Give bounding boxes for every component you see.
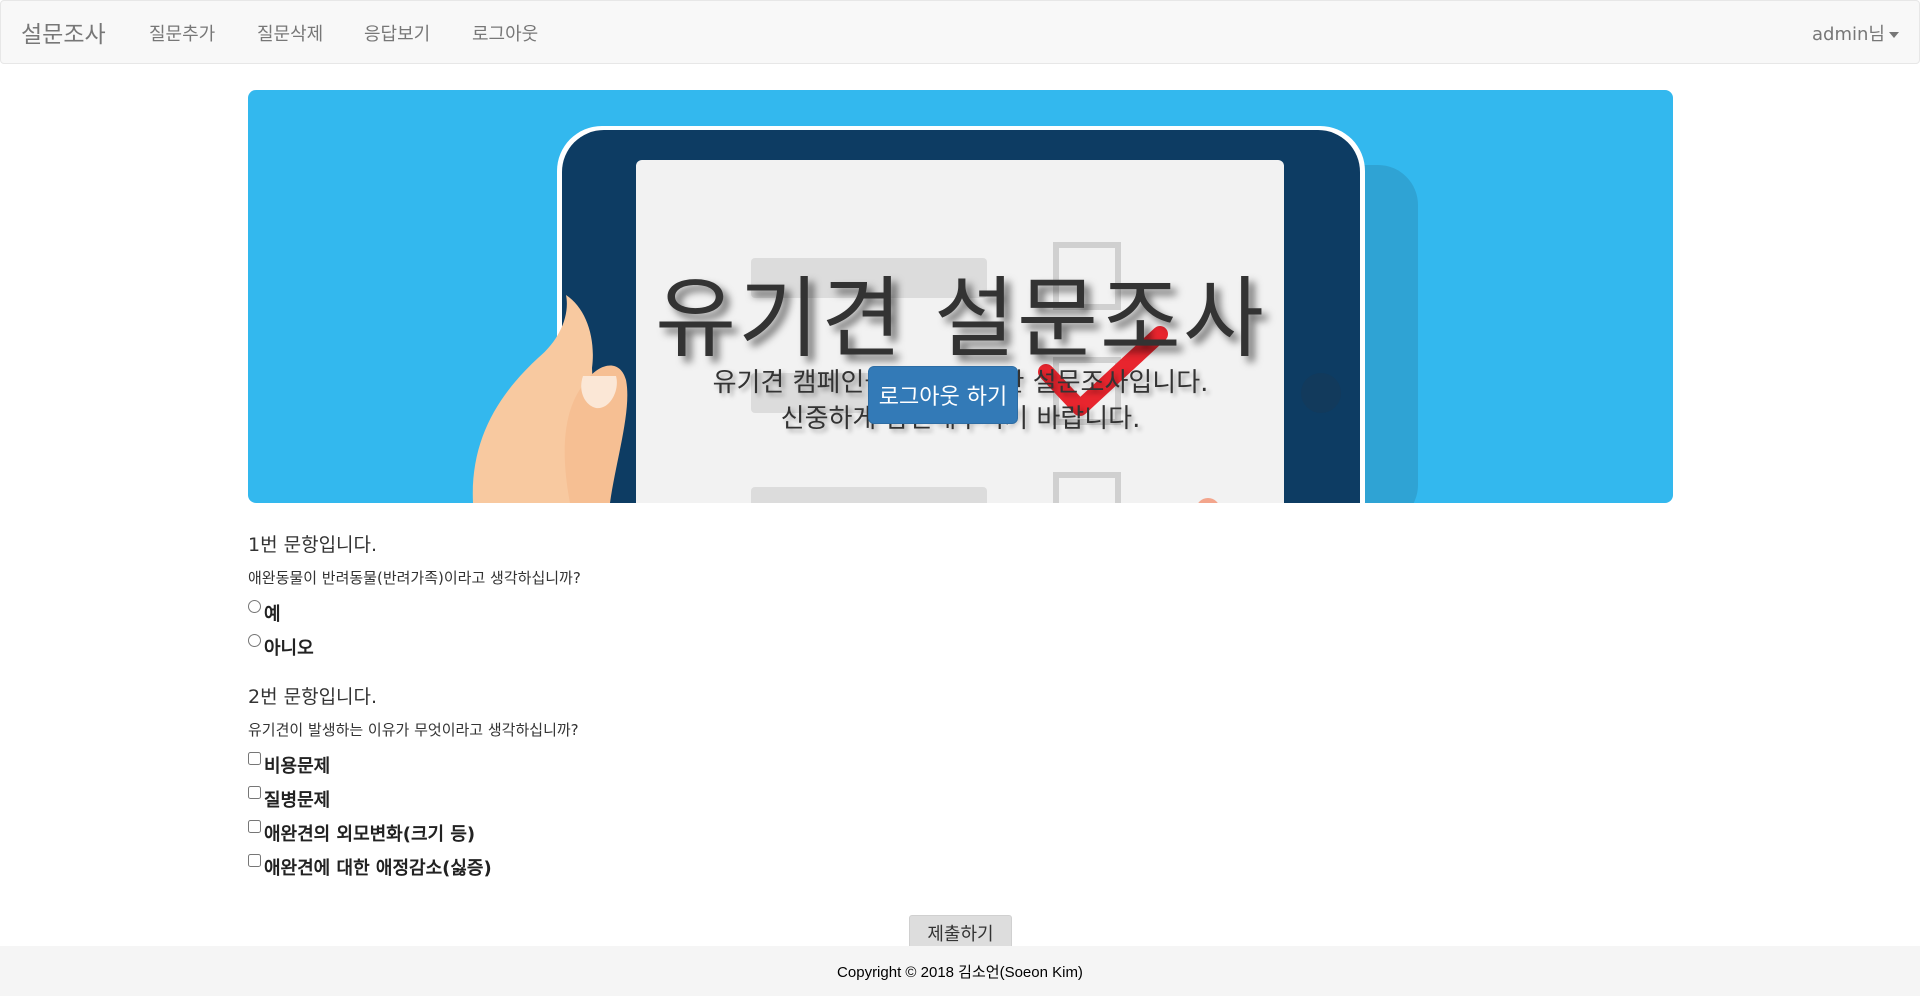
caret-down-icon [1889, 32, 1899, 38]
option-label: 질병문제 [264, 790, 331, 811]
footer: Copyright © 2018 김소언(Soeon Kim) [0, 946, 1920, 996]
user-label: admin님 [1812, 24, 1885, 45]
hero-logout-button[interactable]: 로그아웃 하기 [868, 366, 1018, 424]
nav-view-responses[interactable]: 응답보기 [364, 20, 430, 46]
option-disease[interactable]: 질병문제 [248, 786, 1673, 811]
question-number: 2번 문항입니다. [248, 686, 378, 708]
user-dropdown[interactable]: admin님 [1812, 20, 1899, 46]
option-label: 예 [264, 604, 281, 625]
radio-button[interactable] [248, 600, 261, 613]
checkbox[interactable] [248, 854, 261, 867]
question-1: 1번 문항입니다. 애완동물이 반려동물(반려가족)이라고 생각하십니까? 예 … [248, 530, 1673, 659]
hero-title: 유기견 설문조사 [655, 267, 1266, 370]
question-number: 1번 문항입니다. [248, 534, 378, 556]
survey-form: 1번 문항입니다. 애완동물이 반려동물(반려가족)이라고 생각하십니까? 예 … [248, 530, 1673, 879]
top-navbar: 설문조사 질문추가 질문삭제 응답보기 로그아웃 admin님 [0, 0, 1920, 64]
option-appearance[interactable]: 애완견의 외모변화(크기 등) [248, 820, 1673, 845]
navbar-brand[interactable]: 설문조사 [21, 15, 106, 49]
nav-logout[interactable]: 로그아웃 [472, 20, 538, 46]
option-label: 애완견의 외모변화(크기 등) [264, 824, 476, 845]
option-label: 비용문제 [264, 756, 331, 777]
option-affection-loss[interactable]: 애완견에 대한 애정감소(싫증) [248, 854, 1673, 879]
radio-button[interactable] [248, 634, 261, 647]
question-2: 2번 문항입니다. 유기견이 발생하는 이유가 무엇이라고 생각하십니까? 비용… [248, 682, 1673, 879]
option-cost[interactable]: 비용문제 [248, 752, 1673, 777]
option-no[interactable]: 아니오 [248, 634, 1673, 659]
nav-add-question[interactable]: 질문추가 [149, 20, 215, 46]
question-text: 애완동물이 반려동물(반려가족)이라고 생각하십니까? [248, 569, 581, 587]
hero-banner: 유기견 설문조사 유기견 캠페인을 위한 간단한 설문조사입니다. 신중하게 답… [248, 90, 1673, 503]
nav-delete-question[interactable]: 질문삭제 [257, 20, 323, 46]
option-yes[interactable]: 예 [248, 600, 1673, 625]
checkbox[interactable] [248, 752, 261, 765]
option-label: 애완견에 대한 애정감소(싫증) [264, 858, 492, 879]
checkbox[interactable] [248, 786, 261, 799]
option-label: 아니오 [264, 638, 314, 659]
copyright-text: Copyright © 2018 김소언(Soeon Kim) [837, 964, 1083, 981]
question-text: 유기견이 발생하는 이유가 무엇이라고 생각하십니까? [248, 721, 579, 739]
checkbox[interactable] [248, 820, 261, 833]
